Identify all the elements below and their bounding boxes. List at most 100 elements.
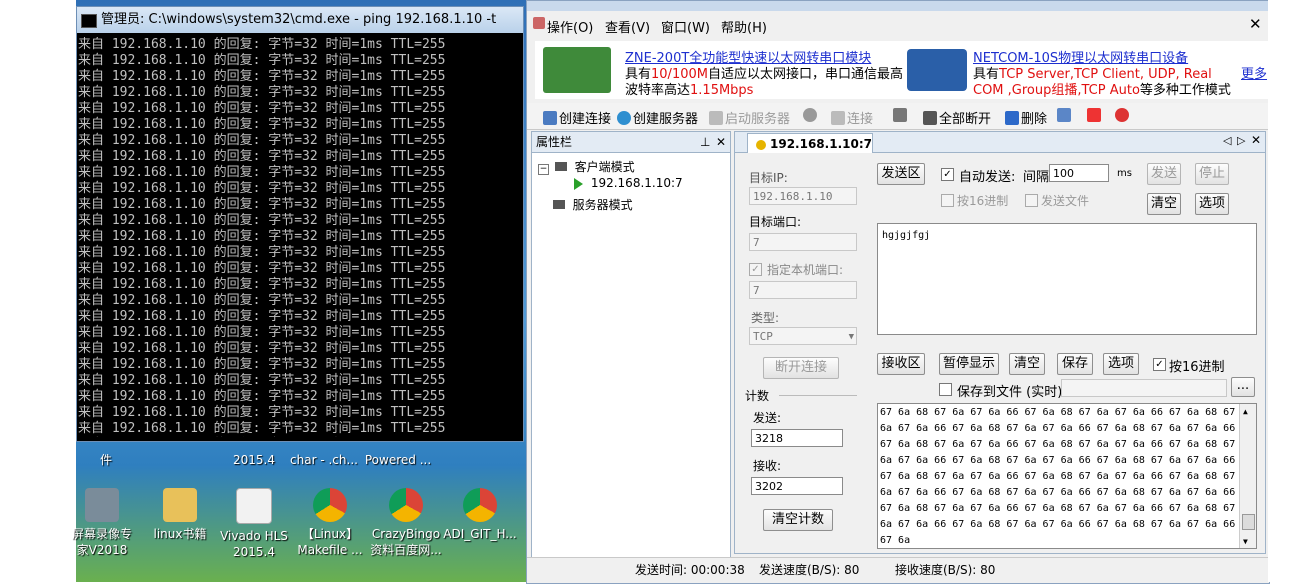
start-server-icon	[709, 110, 723, 125]
clear-count-button[interactable]: 清空计数	[763, 509, 833, 531]
menu-window[interactable]: 窗口(W)	[661, 17, 710, 36]
new-connection-button[interactable]: 创建连接	[543, 108, 611, 127]
recv-line: 67 6a 68 67 6a 67 6a 66 67 6a 68 67 6a 6…	[880, 439, 1236, 450]
ad-line: 波特率高达1.15Mbps	[625, 83, 754, 98]
pin-icon[interactable]: ⊥	[700, 132, 710, 152]
folder-icon	[163, 488, 197, 522]
send-speed: 发送速度(B/S): 80	[759, 563, 860, 577]
desktop-icon-linux-makefile[interactable]: 【Linux】 Makefile ...	[292, 488, 368, 558]
connection-icon	[756, 139, 766, 150]
tab-connection[interactable]: 192.168.1.10:7	[747, 133, 873, 154]
desktop-icon-screen-recorder[interactable]: 屏幕录像专 家V2018	[64, 488, 140, 558]
send-textarea[interactable]: hgjgjfgj	[877, 223, 1257, 335]
settings-button[interactable]	[1057, 108, 1071, 122]
connect-icon	[831, 110, 845, 125]
tab-scroll-right-icon[interactable]: ▷	[1237, 134, 1245, 147]
ad-more-link[interactable]: 更多	[1241, 63, 1267, 82]
disconnect-button[interactable]: 断开连接	[763, 357, 839, 379]
chrome-icon	[389, 488, 423, 522]
stop-send-button[interactable]: 停止	[1195, 163, 1229, 185]
collapse-icon[interactable]: −	[538, 164, 549, 175]
network-button[interactable]	[893, 108, 907, 122]
desktop-icon-label: 【Linux】 Makefile ...	[297, 527, 363, 557]
divider	[779, 395, 857, 396]
cmd-icon	[81, 14, 97, 28]
desktop-icon-linux-books[interactable]: linux书籍	[142, 488, 218, 542]
recv-textarea[interactable]: 67 6a 68 67 6a 67 6a 66 67 6a 68 67 6a 6…	[877, 403, 1257, 549]
auto-send-checkbox[interactable]: ✓	[941, 168, 954, 181]
scroll-down-icon[interactable]: ▼	[1243, 534, 1248, 548]
start-server-button[interactable]: 启动服务器	[709, 108, 790, 127]
cmd-output-line: 来自 192.168.1.10 的回复: 字节=32 时间=1ms TTL=25…	[78, 101, 446, 116]
pause-display-button[interactable]: 暂停显示	[939, 353, 999, 375]
tab-scroll-left-icon[interactable]: ◁	[1223, 134, 1231, 147]
stop-button[interactable]	[803, 108, 817, 122]
cmd-window[interactable]: 管理员: C:\windows\system32\cmd.exe - ping …	[76, 6, 524, 442]
send-clear-button[interactable]: 清空	[1147, 193, 1181, 215]
interval-field[interactable]: 100	[1049, 164, 1109, 182]
send-area-button[interactable]: 发送区	[877, 163, 925, 185]
desktop-icon-crazybingo[interactable]: CrazyBingo 资料百度网...	[368, 488, 444, 558]
toolbar: 创建连接 创建服务器 启动服务器 连接 全部断开 删除	[527, 103, 1269, 130]
status-bar: 发送时间: 00:00:38 发送速度(B/S): 80 接收速度(B/S): …	[527, 557, 1269, 580]
netassist-window[interactable]: 操作(O) 查看(V) 窗口(W) 帮助(H) ✕ ZNE-200T全功能型快速…	[526, 0, 1270, 584]
scroll-up-icon[interactable]: ▲	[1243, 404, 1248, 420]
cmd-output-line: 来自 192.168.1.10 的回复: 字节=32 时间=1ms TTL=25…	[78, 341, 446, 356]
create-server-button[interactable]: 创建服务器	[617, 108, 698, 127]
delete-button[interactable]: 删除	[1005, 108, 1047, 127]
save-to-file-checkbox[interactable]	[939, 383, 952, 396]
menu-help[interactable]: 帮助(H)	[721, 17, 767, 36]
help-button[interactable]	[1115, 108, 1129, 122]
recv-options-button[interactable]: 选项	[1103, 353, 1139, 375]
send-count-field[interactable]: 3218	[751, 429, 843, 447]
recv-line: 67 6a 68 67 6a 67 6a 66 67 6a 68 67 6a 6…	[880, 471, 1236, 482]
recv-hex-checkbox[interactable]: ✓	[1153, 358, 1166, 371]
send-button[interactable]: 发送	[1147, 163, 1181, 185]
cmd-title-bar[interactable]: 管理员: C:\windows\system32\cmd.exe - ping …	[77, 7, 523, 33]
cmd-output-line: 来自 192.168.1.10 的回复: 字节=32 时间=1ms TTL=25…	[78, 69, 446, 84]
cmd-output-line: 来自 192.168.1.10 的回复: 字节=32 时间=1ms TTL=25…	[78, 165, 446, 180]
recv-count-field[interactable]: 3202	[751, 477, 843, 495]
browse-button[interactable]: ...	[1231, 377, 1255, 397]
desktop-icon-adi-git[interactable]: ADI_GIT_H...	[442, 488, 518, 542]
local-port-field[interactable]: 7	[749, 281, 857, 299]
type-select[interactable]: TCP ▼	[749, 327, 857, 345]
recv-area-button[interactable]: 接收区	[877, 353, 925, 375]
chrome-icon	[463, 488, 497, 522]
tree-client-connection[interactable]: 192.168.1.10:7	[574, 176, 683, 190]
menu-view[interactable]: 查看(V)	[605, 17, 650, 36]
send-file-checkbox[interactable]	[1025, 194, 1038, 207]
cmd-output-line: 来自 192.168.1.10 的回复: 字节=32 时间=1ms TTL=25…	[78, 133, 446, 148]
record-button[interactable]	[1087, 108, 1101, 122]
close-icon[interactable]: ✕	[716, 132, 726, 152]
disconnect-all-button[interactable]: 全部断开	[923, 108, 991, 127]
network-icon	[893, 108, 907, 122]
scroll-thumb[interactable]	[1242, 514, 1255, 530]
send-hex-checkbox[interactable]	[941, 194, 954, 207]
close-icon[interactable]: ✕	[1249, 15, 1262, 33]
create-server-icon	[617, 110, 631, 125]
local-port-checkbox[interactable]: ✓	[749, 263, 762, 276]
tree-node-icon	[554, 162, 567, 171]
desktop-icon-vivado-hls[interactable]: Vivado HLS 2015.4	[216, 488, 292, 560]
recv-clear-button[interactable]: 清空	[1009, 353, 1045, 375]
target-port-field[interactable]: 7	[749, 233, 857, 251]
cmd-output[interactable]: 来自 192.168.1.10 的回复: 字节=32 时间=1ms TTL=25…	[78, 37, 522, 437]
recv-line: 6a 67 6a 66 67 6a 68 67 6a 67 6a 66 67 6…	[880, 423, 1236, 434]
connect-button[interactable]: 连接	[831, 108, 873, 127]
chevron-down-icon[interactable]: ▼	[849, 328, 854, 346]
save-file-path-field[interactable]	[1061, 379, 1227, 397]
recv-scrollbar[interactable]: ▲ ▼	[1239, 404, 1256, 548]
tree-server-mode[interactable]: 服务器模式	[538, 196, 633, 213]
target-ip-field[interactable]: 192.168.1.10	[749, 187, 857, 205]
tree-client-mode[interactable]: − 客户端模式	[538, 158, 635, 175]
recv-line: 67 6a 68 67 6a 67 6a 66 67 6a 68 67 6a 6…	[880, 407, 1236, 418]
send-options-button[interactable]: 选项	[1195, 193, 1229, 215]
send-hex-label: 按16进制	[957, 194, 1009, 208]
disconnect-all-icon	[923, 110, 937, 125]
close-icon[interactable]: ✕	[1251, 133, 1261, 147]
interval-label: 间隔	[1023, 170, 1050, 185]
recv-save-button[interactable]: 保存	[1057, 353, 1093, 375]
menu-bar: 操作(O) 查看(V) 窗口(W) 帮助(H) ✕	[527, 11, 1269, 39]
menu-operate[interactable]: 操作(O)	[547, 17, 593, 36]
